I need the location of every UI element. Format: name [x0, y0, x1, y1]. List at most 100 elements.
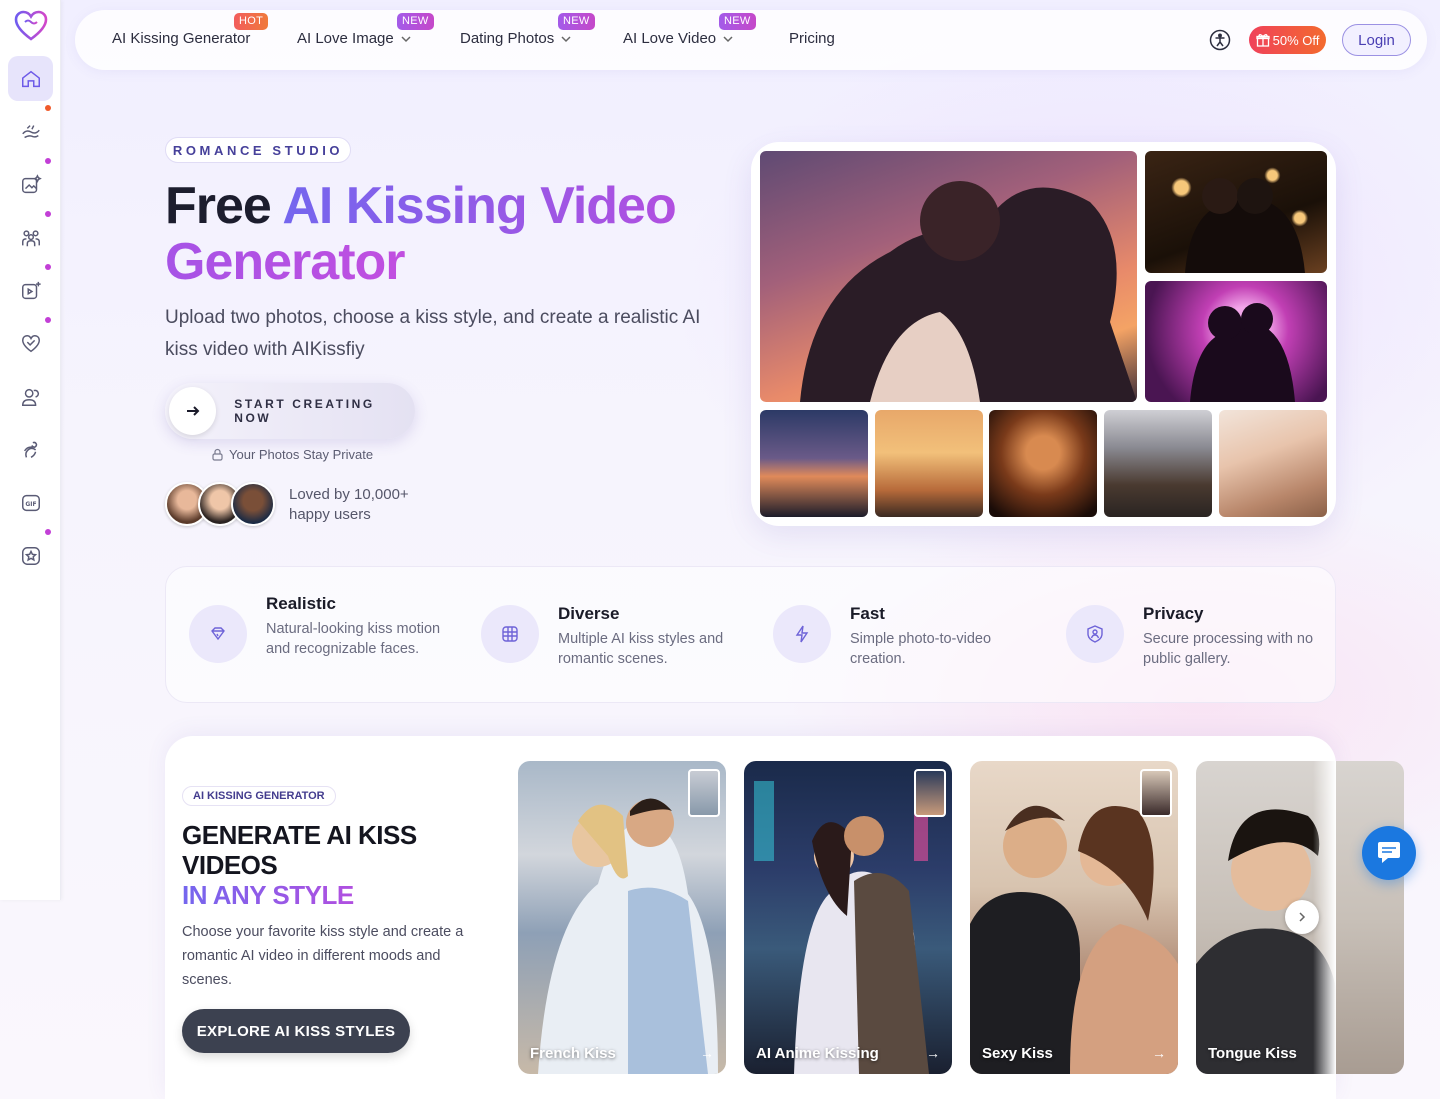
chat-icon: [1378, 842, 1400, 863]
feature-title: Diverse: [558, 604, 620, 623]
lightning-icon: [773, 605, 831, 663]
title-part: Free: [165, 177, 283, 235]
nav-pricing[interactable]: Pricing: [789, 30, 835, 47]
couple-icon: [21, 388, 39, 406]
source-photo-thumbnail: [914, 769, 946, 817]
arrow-right-icon: →: [926, 1045, 940, 1061]
sidebar: GIF: [0, 0, 61, 900]
hug-icon: [23, 441, 37, 458]
title-highlight: AI Kissing Video: [282, 177, 676, 235]
new-badge: NEW: [397, 13, 434, 30]
nav-ai-love-video[interactable]: AI Love Video NEW: [623, 13, 756, 47]
features-bar: Realistic Natural-looking kiss motion an…: [165, 566, 1336, 703]
style-card-french-kiss[interactable]: French Kiss →: [518, 761, 726, 1074]
sidebar-item-love[interactable]: [8, 317, 53, 366]
section-title-highlight: IN ANY STYLE: [182, 880, 354, 910]
logo-icon[interactable]: [14, 10, 48, 42]
gallery-photo: [1145, 151, 1327, 273]
social-proof: Loved by 10,000+ happy users: [289, 486, 409, 523]
top-nav: AI Kissing Generator HOT AI Love Image N…: [75, 10, 1427, 70]
feature-desc: Multiple AI kiss styles and romantic sce…: [558, 631, 724, 667]
card-label: French Kiss: [530, 1045, 616, 1062]
home-icon: [21, 70, 40, 87]
sidebar-item-group[interactable]: [8, 211, 53, 260]
gif-icon: GIF: [21, 494, 40, 511]
offer-label: 50% Off: [1272, 32, 1320, 48]
style-card-sexy-kiss[interactable]: Sexy Kiss →: [970, 761, 1178, 1074]
nav-label: Dating Photos: [460, 30, 555, 47]
nav-dating-photos[interactable]: Dating Photos NEW: [460, 13, 595, 47]
offer-button[interactable]: 50% Off: [1249, 26, 1326, 54]
privacy-label: Your Photos Stay Private: [229, 447, 374, 462]
nav-label: AI Kissing Generator: [112, 30, 251, 47]
card-label: Sexy Kiss: [982, 1045, 1053, 1062]
gallery-photo: [1145, 281, 1327, 402]
gallery-photo: [875, 410, 983, 517]
hot-badge: HOT: [234, 13, 269, 30]
lock-icon: [212, 448, 223, 461]
card-label: AI Anime Kissing: [756, 1045, 879, 1062]
star-badge-icon: [21, 546, 40, 565]
nav-ai-love-image[interactable]: AI Love Image NEW: [297, 13, 434, 47]
feature-desc: Secure processing with no public gallery…: [1143, 631, 1314, 667]
gallery-photo: [760, 151, 1137, 402]
accessibility-icon[interactable]: [1209, 29, 1231, 51]
style-card-ai-anime-kissing[interactable]: AI Anime Kissing →: [744, 761, 952, 1074]
new-badge: NEW: [719, 13, 756, 30]
source-photo-thumbnail: [688, 769, 720, 817]
section-title-main: GENERATE AI KISS VIDEOS: [182, 820, 417, 880]
section-title: GENERATE AI KISS VIDEOS IN ANY STYLE: [182, 820, 482, 910]
sidebar-item-ai-image[interactable]: [8, 158, 53, 207]
sidebar-item-home[interactable]: [8, 56, 53, 101]
chevron-down-icon: [723, 35, 733, 42]
new-badge: NEW: [558, 13, 595, 30]
feature-desc: Natural-looking kiss motion and recogniz…: [266, 621, 441, 657]
source-photo-thumbnail: [1140, 769, 1172, 817]
sparkle-image-icon: [21, 173, 42, 193]
sidebar-item-hug[interactable]: [8, 427, 53, 472]
gallery-photo: [1104, 410, 1212, 517]
heart-check-icon: [21, 334, 40, 352]
login-button[interactable]: Login: [1342, 24, 1411, 56]
sidebar-item-favorites[interactable]: [8, 529, 53, 578]
sidebar-item-couple[interactable]: [8, 374, 53, 419]
arrow-right-icon: →: [1152, 1045, 1166, 1061]
avatar: [231, 482, 275, 526]
hero-gallery: [751, 142, 1336, 526]
nav-label: AI Love Video: [623, 30, 717, 47]
sidebar-item-gif[interactable]: GIF: [8, 480, 53, 525]
arrow-right-icon: [169, 387, 217, 435]
carousel-next-button[interactable]: [1285, 900, 1319, 934]
video-add-icon: [21, 281, 41, 299]
card-label: Tongue Kiss: [1208, 1045, 1297, 1062]
arrow-right-icon: →: [700, 1045, 714, 1061]
chat-widget-button[interactable]: [1362, 826, 1416, 880]
nav-ai-kissing-generator[interactable]: AI Kissing Generator HOT: [112, 13, 269, 47]
chevron-right-icon: [1299, 912, 1306, 922]
nav-label: AI Love Image: [297, 30, 394, 47]
chevron-down-icon: [561, 35, 571, 42]
gallery-photo: [1219, 410, 1327, 517]
section-tag: AI KISSING GENERATOR: [182, 786, 336, 806]
chevron-down-icon: [401, 35, 411, 42]
feature-title: Realistic: [266, 594, 336, 613]
cta-label: START CREATING NOW: [234, 397, 375, 425]
eyebrow-label: ROMANCE STUDIO: [165, 137, 351, 163]
nav-label: Pricing: [789, 30, 835, 47]
hero-subtitle: Upload two photos, choose a kiss style, …: [165, 307, 701, 360]
sidebar-item-kiss[interactable]: [8, 105, 53, 154]
diamond-icon: [189, 605, 247, 663]
user-avatars: [165, 482, 275, 526]
kiss-icon: [21, 124, 40, 138]
shield-user-icon: [1066, 605, 1124, 663]
kiss-styles-section: AI KISSING GENERATOR GENERATE AI KISS VI…: [165, 736, 1404, 1099]
explore-styles-button[interactable]: EXPLORE AI KISS STYLES: [182, 1009, 410, 1053]
feature-desc: Simple photo-to-video creation.: [850, 631, 992, 667]
gift-icon: [1255, 34, 1270, 47]
feature-title: Privacy: [1143, 604, 1204, 623]
sidebar-item-video[interactable]: [8, 264, 53, 313]
section-desc: Choose your favorite kiss style and crea…: [182, 924, 464, 988]
page-title: Free AI Kissing Video Generator: [165, 178, 725, 290]
start-creating-button[interactable]: START CREATING NOW: [165, 383, 415, 439]
gallery-photo: [989, 410, 1097, 517]
